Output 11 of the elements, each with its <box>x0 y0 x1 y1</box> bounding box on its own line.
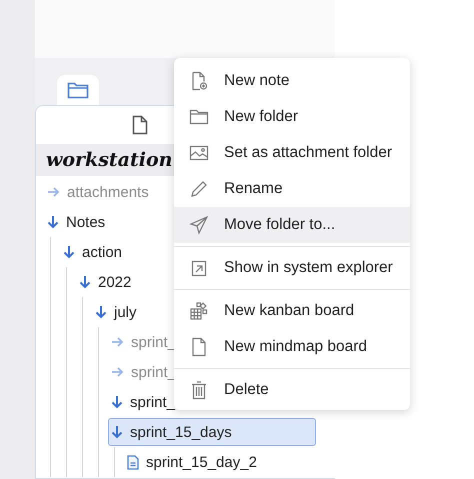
menu-item[interactable]: Show in system explorer <box>174 250 410 286</box>
folder-item[interactable]: sprint_15_days <box>108 418 316 446</box>
menu-item[interactable]: New note <box>174 63 410 99</box>
folder-item[interactable]: action <box>60 238 132 266</box>
folder-item[interactable]: Notes <box>44 208 114 236</box>
menu-item[interactable]: New folder <box>174 99 410 135</box>
menu-item[interactable]: New kanban board <box>174 293 410 329</box>
folder-item[interactable]: 2022 <box>76 268 140 296</box>
folder-item[interactable]: july <box>92 298 146 326</box>
menu-item[interactable]: Move folder to... <box>174 207 410 243</box>
note-item[interactable]: sprint_15_day_2 <box>124 448 266 476</box>
